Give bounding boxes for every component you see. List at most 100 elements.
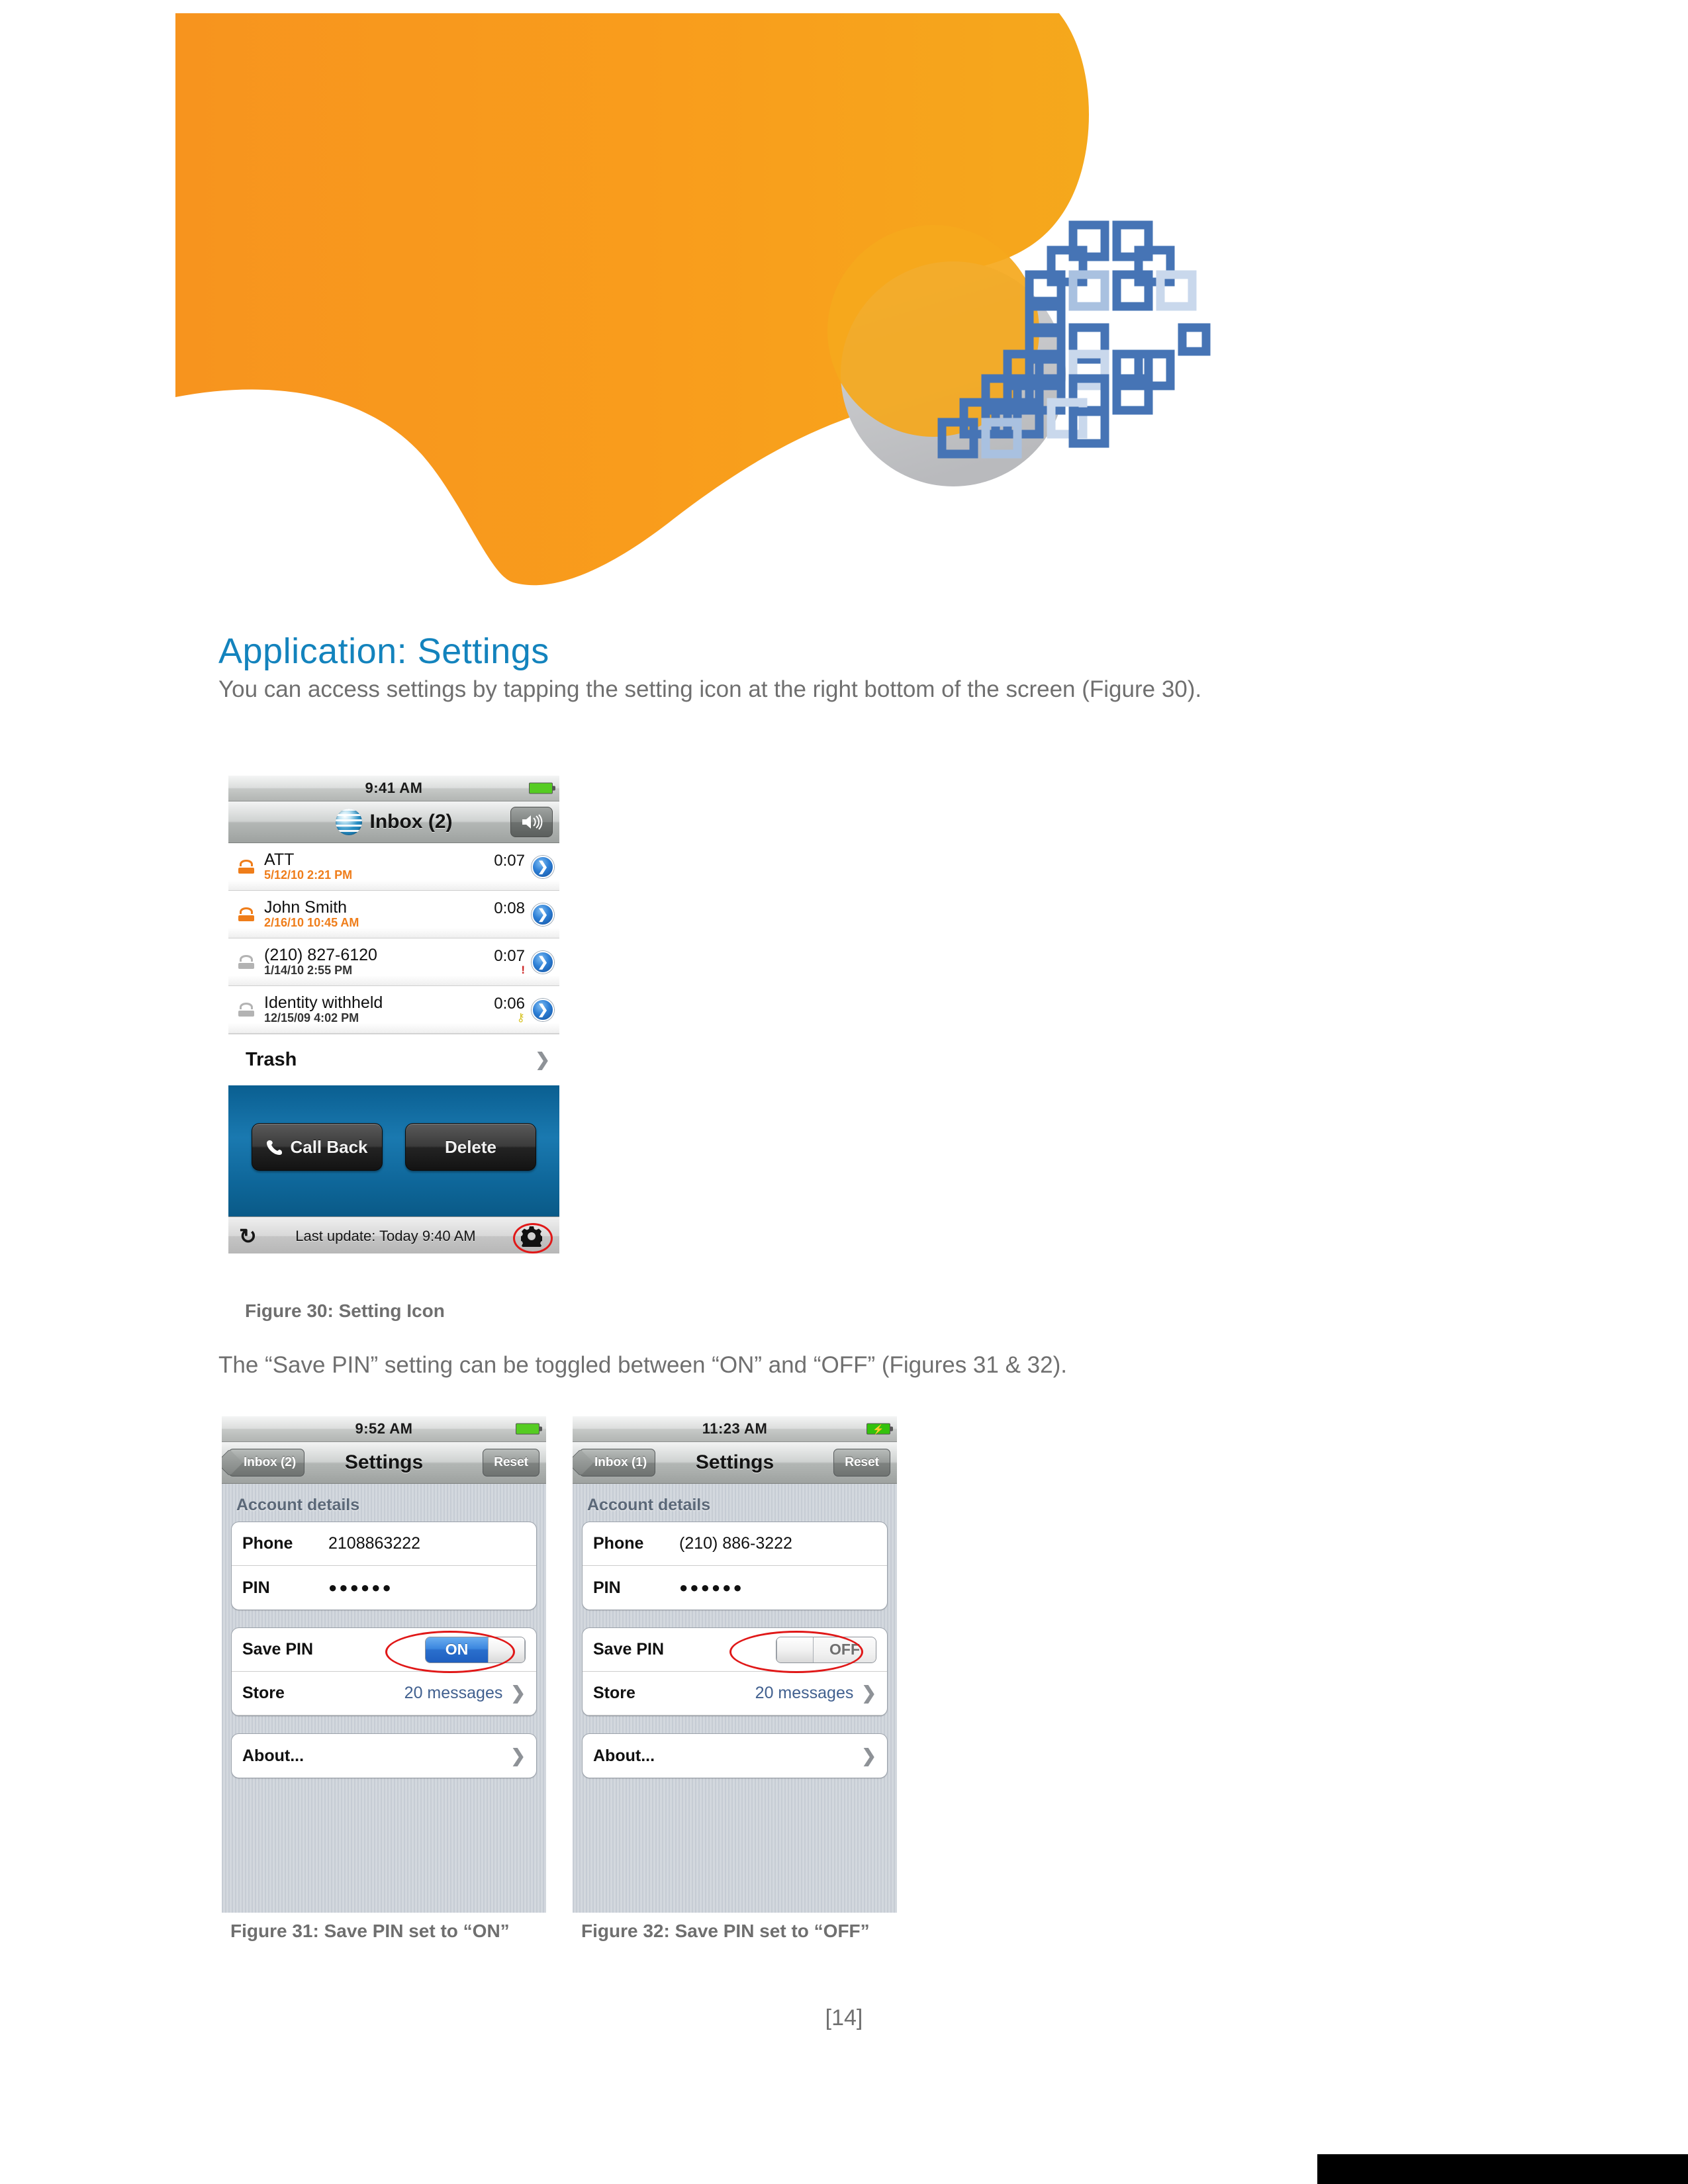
back-to-inbox-button[interactable]: Inbox (1) (579, 1449, 656, 1477)
message-text: John Smith 2/16/10 10:45 AM (264, 897, 494, 931)
store-row[interactable]: Store 20 messages ❯ (232, 1672, 536, 1715)
att-globe-icon (335, 809, 362, 835)
message-date: 1/14/10 2:55 PM (264, 963, 353, 977)
duration-wrap: 0:07 (494, 852, 525, 881)
pin-row[interactable]: PIN ●●●●●● (583, 1566, 887, 1610)
phone-value: (210) 886-3222 (679, 1534, 792, 1553)
figure-30-screenshot: 9:41 AM Inbox (2) ATT 5/12/10 2:21 PM 0:… (228, 776, 559, 1253)
figure-32-screenshot: 11:23 AM ⚡ Inbox (1) Settings Reset Acco… (573, 1416, 897, 1913)
settings-content: Account details Phone 2108863222 PIN ●●●… (222, 1484, 546, 1913)
disclosure-arrow-icon[interactable]: ❯ (532, 855, 554, 878)
about-row[interactable]: About... ❯ (583, 1734, 887, 1778)
status-time: 11:23 AM (702, 1420, 768, 1437)
action-panel: Call Back Delete (228, 1085, 559, 1216)
phone-unread-icon (238, 859, 254, 874)
save-pin-toggle[interactable]: OFF (776, 1636, 876, 1663)
save-pin-row[interactable]: Save PIN OFF (583, 1628, 887, 1672)
account-group: Phone (210) 886-3222 PIN ●●●●●● (582, 1522, 888, 1610)
refresh-icon[interactable]: ↻ (239, 1226, 257, 1247)
delete-label: Delete (444, 1136, 497, 1157)
settings-title: Settings (344, 1451, 424, 1473)
toggle-on-label: ON (426, 1637, 488, 1662)
inbox-title: Inbox (2) (369, 811, 453, 833)
message-date: 2/16/10 10:45 AM (264, 915, 359, 929)
message-row[interactable]: Identity withheld 12/15/09 4:02 PM 0:06 … (228, 986, 559, 1034)
figure-31-screenshot: 9:52 AM Inbox (2) Settings Reset Account… (222, 1416, 546, 1913)
message-text: (210) 827-6120 1/14/10 2:55 PM (264, 946, 494, 978)
save-pin-label: Save PIN (593, 1640, 665, 1659)
message-meta: 0:07 ❯ (494, 852, 554, 881)
toggle-knob[interactable] (488, 1637, 525, 1662)
trash-label: Trash (246, 1049, 297, 1070)
battery-icon (516, 1423, 542, 1435)
disclosure-arrow-icon[interactable]: ❯ (532, 998, 554, 1021)
about-row[interactable]: About... ❯ (232, 1734, 536, 1778)
about-label: About... (593, 1746, 655, 1765)
message-row[interactable]: (210) 827-6120 1/14/10 2:55 PM 0:07 ! ❯ (228, 938, 559, 986)
account-details-header: Account details (587, 1496, 711, 1514)
speaker-icon[interactable] (510, 807, 553, 837)
nav-bar: Inbox (1) Settings Reset (573, 1442, 897, 1484)
message-date: 12/15/09 4:02 PM (264, 1011, 359, 1024)
disclosure-arrow-icon[interactable]: ❯ (532, 950, 554, 974)
message-name: John Smith (264, 897, 348, 917)
back-to-inbox-button[interactable]: Inbox (2) (228, 1449, 305, 1477)
store-row[interactable]: Store 20 messages ❯ (583, 1672, 887, 1715)
message-duration: 0:07 (494, 946, 525, 965)
message-text: ATT 5/12/10 2:21 PM (264, 850, 494, 883)
message-name: (210) 827-6120 (264, 945, 377, 964)
header-graphic-svg (175, 13, 1211, 586)
about-group: About... ❯ (231, 1733, 537, 1778)
pin-label: PIN (242, 1578, 270, 1597)
save-pin-label: Save PIN (242, 1640, 314, 1659)
figure-31-caption-wrap: Figure 31: Save PIN set to “ON” (230, 1919, 561, 1944)
bottom-toolbar: ↻ Last update: Today 9:40 AM (228, 1216, 559, 1253)
preferences-group: Save PIN ON Store 20 messages ❯ (231, 1627, 537, 1716)
lightning-bolt-icon: ⚡ (872, 1424, 884, 1434)
about-group: About... ❯ (582, 1733, 888, 1778)
phone-unread-icon (238, 907, 254, 921)
intro-paragraph: You can access settings by tapping the s… (218, 676, 1202, 703)
pin-row[interactable]: PIN ●●●●●● (232, 1566, 536, 1610)
message-duration: 0:06 (494, 994, 525, 1013)
phone-row[interactable]: Phone 2108863222 (232, 1522, 536, 1566)
message-name: ATT (264, 850, 295, 869)
store-label: Store (593, 1684, 635, 1702)
store-label: Store (242, 1684, 285, 1702)
status-time: 9:52 AM (355, 1420, 413, 1437)
disclosure-arrow-icon[interactable]: ❯ (532, 903, 554, 926)
reset-button[interactable]: Reset (483, 1449, 539, 1477)
message-date: 5/12/10 2:21 PM (264, 868, 353, 882)
message-duration: 0:07 (494, 851, 525, 870)
settings-button[interactable] (513, 1222, 553, 1253)
toggle-knob[interactable] (776, 1637, 814, 1662)
call-back-button[interactable]: Call Back (252, 1123, 383, 1171)
settings-title: Settings (695, 1451, 774, 1473)
footer-bar (1317, 2154, 1688, 2184)
about-label: About... (242, 1746, 305, 1765)
phone-label: Phone (593, 1534, 644, 1553)
page-title: Application: Settings (218, 631, 549, 671)
message-row[interactable]: ATT 5/12/10 2:21 PM 0:07 ❯ (228, 843, 559, 891)
urgent-flag-icon: ! (521, 964, 525, 977)
account-details-header: Account details (236, 1496, 360, 1514)
account-group: Phone 2108863222 PIN ●●●●●● (231, 1522, 537, 1610)
status-bar: 9:52 AM (222, 1416, 546, 1442)
duration-wrap: 0:08 (494, 900, 525, 929)
save-pin-row[interactable]: Save PIN ON (232, 1628, 536, 1672)
phone-read-icon (238, 954, 254, 969)
message-duration: 0:08 (494, 899, 525, 917)
message-row[interactable]: John Smith 2/16/10 10:45 AM 0:08 ❯ (228, 891, 559, 938)
speaker-glyph (522, 814, 543, 830)
figure-32-caption-wrap: Figure 32: Save PIN set to “OFF” (581, 1919, 912, 1944)
phone-row[interactable]: Phone (210) 886-3222 (583, 1522, 887, 1566)
save-pin-toggle[interactable]: ON (425, 1636, 526, 1663)
chevron-right-icon: ❯ (510, 1745, 526, 1766)
trash-row[interactable]: Trash ❯ (228, 1034, 559, 1085)
figure-32-caption: Figure 32: Save PIN set to “OFF” (581, 1921, 870, 1941)
delete-button[interactable]: Delete (405, 1123, 536, 1171)
reset-button[interactable]: Reset (833, 1449, 890, 1477)
message-meta: 0:07 ! ❯ (494, 948, 554, 976)
chevron-right-icon: ❯ (535, 1050, 550, 1069)
